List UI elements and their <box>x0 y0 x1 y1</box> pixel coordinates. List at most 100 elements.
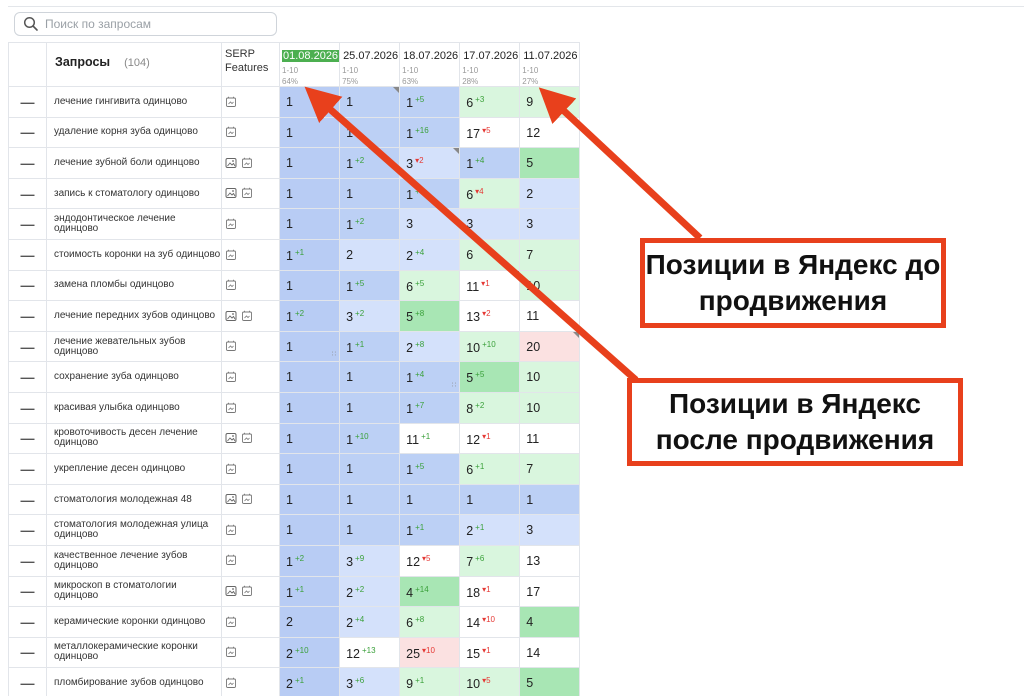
row-collapse-button[interactable]: — <box>8 238 47 271</box>
position-cell[interactable]: 1 <box>339 453 401 485</box>
position-cell[interactable]: 5 <box>519 667 580 696</box>
position-cell[interactable]: 25 ▾10 <box>399 636 461 669</box>
table-row[interactable]: — качественное лечение зубов одинцово 1 +2 3… <box>8 544 580 577</box>
position-cell[interactable]: 1 <box>278 361 341 393</box>
position-cell[interactable]: 1 +2 <box>278 300 341 332</box>
position-cell[interactable]: 1 <box>278 86 341 118</box>
row-collapse-button[interactable]: — <box>8 269 47 302</box>
date-header[interactable]: 25.07.2026 1-10 75% <box>339 42 401 87</box>
position-cell[interactable]: 10 ▾5 <box>459 667 521 696</box>
position-cell[interactable]: 14 <box>519 636 580 669</box>
date-header[interactable]: 17.07.2026 1-10 28% <box>459 42 521 87</box>
date-header[interactable]: 18.07.2026 1-10 63% <box>399 42 461 87</box>
position-cell[interactable]: 1 ∷ <box>278 330 341 363</box>
position-cell[interactable]: 1 +5 <box>339 269 401 302</box>
row-collapse-button[interactable]: — <box>8 391 47 424</box>
position-cell[interactable]: 1 <box>278 147 341 179</box>
position-cell[interactable]: 10 <box>519 391 580 424</box>
position-cell[interactable]: 1 +1 <box>399 514 461 546</box>
position-cell[interactable]: 4 +14 <box>399 575 461 608</box>
position-cell[interactable]: 5 +5 <box>459 361 521 393</box>
table-row[interactable]: — микроскоп в стоматологии одинцово 1 +1 2 +2… <box>8 575 580 608</box>
row-collapse-button[interactable]: — <box>8 208 47 240</box>
position-cell[interactable]: 1 +5 <box>399 177 461 210</box>
position-cell[interactable]: 3 <box>399 208 461 240</box>
position-cell[interactable]: 1 +7 <box>399 391 461 424</box>
row-collapse-button[interactable]: — <box>8 177 47 210</box>
position-cell[interactable]: 12 ▾5 <box>399 544 461 577</box>
position-cell[interactable]: 13 <box>519 544 580 577</box>
position-cell[interactable]: 3 +9 <box>339 544 401 577</box>
position-cell[interactable]: 1 +5 <box>399 86 461 118</box>
position-cell[interactable]: 6 +5 <box>399 269 461 302</box>
row-collapse-button[interactable]: — <box>8 606 47 638</box>
date-header[interactable]: 01.08.2026 1-10 64% <box>278 42 341 87</box>
position-cell[interactable]: 10 +10 <box>459 330 521 363</box>
position-cell[interactable]: 1 <box>278 391 341 424</box>
row-collapse-button[interactable]: — <box>8 422 47 455</box>
position-cell[interactable]: 1 <box>339 177 401 210</box>
position-cell[interactable]: 2 +4 <box>339 606 401 638</box>
position-cell[interactable]: 2 +2 <box>339 575 401 608</box>
search-input[interactable] <box>45 17 265 31</box>
table-row[interactable]: — керамические коронки одинцово 2 2 +4 6 +8 14 ▾… <box>8 606 580 638</box>
position-cell[interactable]: 1 +1 <box>339 330 401 363</box>
position-cell[interactable]: 1 <box>278 116 341 149</box>
position-cell[interactable]: 2 <box>339 238 401 271</box>
position-cell[interactable]: 4 <box>519 606 580 638</box>
position-cell[interactable]: 2 +1 <box>459 514 521 546</box>
position-cell[interactable]: 7 <box>519 238 580 271</box>
table-row[interactable]: — удаление корня зуба одинцово 1 1 1 +16 17 ▾5 1… <box>8 116 580 149</box>
position-cell[interactable]: 1 <box>278 177 341 210</box>
position-cell[interactable]: 6 +8 <box>399 606 461 638</box>
table-row[interactable]: — укрепление десен одинцово 1 1 1 +5 6 +1 7 <box>8 453 580 485</box>
position-cell[interactable]: 1 <box>278 422 341 455</box>
position-cell[interactable]: 2 +8 <box>399 330 461 363</box>
table-row[interactable]: — металлокерамические коронки одинцово 2 +1… <box>8 636 580 669</box>
position-cell[interactable]: 8 +2 <box>459 391 521 424</box>
position-cell[interactable]: 1 <box>459 483 521 516</box>
table-row[interactable]: — лечение жевательных зубов одинцово 1 ∷ 1 +1… <box>8 330 580 363</box>
row-collapse-button[interactable]: — <box>8 300 47 332</box>
position-cell[interactable]: 1 <box>339 391 401 424</box>
position-cell[interactable]: 1 +2 <box>278 544 341 577</box>
position-cell[interactable]: 1 <box>339 514 401 546</box>
row-collapse-button[interactable]: — <box>8 544 47 577</box>
table-row[interactable]: — лечение зубной боли одинцово 1 1 +2 3 ▾2 1 +4 5 <box>8 147 580 179</box>
position-cell[interactable]: 1 <box>339 86 401 118</box>
position-cell[interactable]: 17 <box>519 575 580 608</box>
row-collapse-button[interactable]: — <box>8 453 47 485</box>
position-cell[interactable]: 1 +4 <box>459 147 521 179</box>
row-collapse-button[interactable]: — <box>8 636 47 669</box>
position-cell[interactable]: 1 +2 <box>339 147 401 179</box>
position-cell[interactable]: 1 <box>278 269 341 302</box>
position-cell[interactable]: 11 <box>519 300 580 332</box>
position-cell[interactable]: 1 <box>278 483 341 516</box>
position-cell[interactable]: 3 <box>519 208 580 240</box>
position-cell[interactable]: 1 +4 ∷ <box>399 361 461 393</box>
table-row[interactable]: — пломбирование зубов одинцово 2 +1 3 +6 9 +1 10… <box>8 667 580 696</box>
row-collapse-button[interactable]: — <box>8 514 47 546</box>
position-cell[interactable]: 6 <box>459 238 521 271</box>
position-cell[interactable]: 9 <box>519 86 580 118</box>
position-cell[interactable]: 1 +5 <box>399 453 461 485</box>
position-cell[interactable]: 9 +1 <box>399 667 461 696</box>
position-cell[interactable]: 15 ▾1 <box>459 636 521 669</box>
position-cell[interactable]: 5 +8 <box>399 300 461 332</box>
position-cell[interactable]: 18 ▾1 <box>459 575 521 608</box>
position-cell[interactable]: 1 <box>519 483 580 516</box>
position-cell[interactable]: 7 <box>519 453 580 485</box>
position-cell[interactable]: 1 <box>339 361 401 393</box>
table-row[interactable]: — кровоточивость десен лечение одинцово 1 1… <box>8 422 580 455</box>
position-cell[interactable]: 6 +1 <box>459 453 521 485</box>
position-cell[interactable]: 1 +10 <box>339 422 401 455</box>
table-row[interactable]: — запись к стоматологу одинцово 1 1 1 +5 6 ▾4 2 <box>8 177 580 210</box>
row-collapse-button[interactable]: — <box>8 330 47 363</box>
table-row[interactable]: — стоимость коронки на зуб одинцово 1 +1 2 2 +… <box>8 238 580 271</box>
position-cell[interactable]: 3 ▾2 <box>399 147 461 179</box>
table-row[interactable]: — стоматология молодежная 48 1 1 1 1 1 <box>8 483 580 516</box>
position-cell[interactable]: 1 <box>399 483 461 516</box>
position-cell[interactable]: 2 +1 <box>278 667 341 696</box>
table-row[interactable]: — стоматология молодежная улица одинцово 1… <box>8 514 580 546</box>
position-cell[interactable]: 10 <box>519 269 580 302</box>
